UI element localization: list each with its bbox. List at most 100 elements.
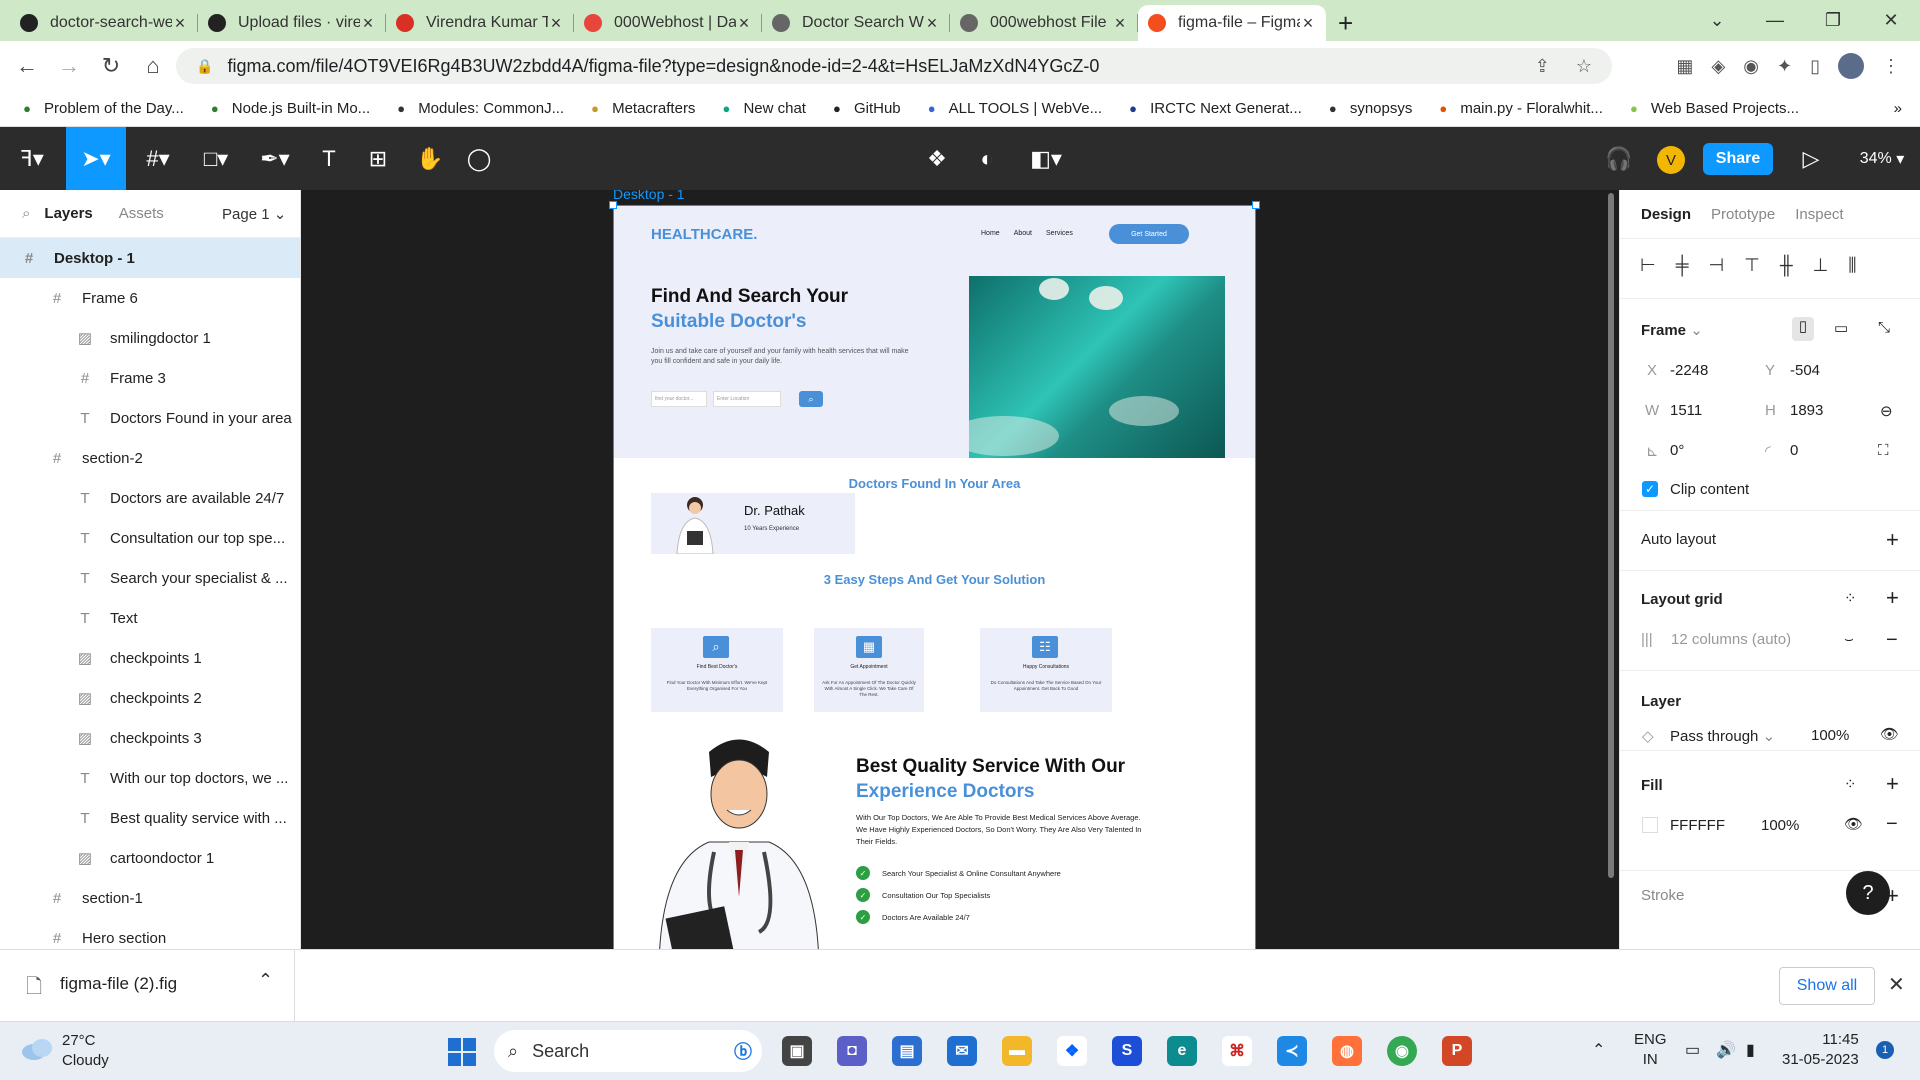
blend-mode-select[interactable]: Pass through ⌄ — [1670, 727, 1775, 745]
bookmark-item[interactable]: ● Problem of the Day... — [18, 100, 184, 118]
battery-icon[interactable]: ▮ — [1746, 1040, 1755, 1060]
figma-menu-icon[interactable]: ꟻ▾ — [12, 127, 52, 190]
browser-tab[interactable]: 000webhost File Man× — [950, 5, 1138, 41]
eye-icon[interactable]: 👁 — [1880, 725, 1899, 743]
powerpoint-icon[interactable]: P — [1442, 1036, 1472, 1066]
canvas-scrollbar[interactable] — [1608, 193, 1614, 878]
firefox-icon[interactable]: ◍ — [1332, 1036, 1362, 1066]
grid-styles-icon[interactable]: ⁘ — [1844, 589, 1857, 607]
weather-widget[interactable]: 27°C Cloudy — [62, 1031, 109, 1071]
tab-design[interactable]: Design — [1641, 206, 1691, 223]
height-field[interactable]: 1893 — [1790, 402, 1823, 419]
remove-fill-icon[interactable]: − — [1886, 813, 1898, 836]
mask-icon[interactable]: ◐ — [972, 127, 1002, 190]
file-explorer-icon[interactable]: ▬ — [1002, 1036, 1032, 1066]
grid-value[interactable]: 12 columns (auto) — [1671, 631, 1791, 648]
app-s-icon[interactable]: S — [1112, 1036, 1142, 1066]
browser-tab[interactable]: Doctor Search Websit× — [762, 5, 950, 41]
shape-tool-icon[interactable]: □▾ — [196, 127, 236, 190]
layer-opacity[interactable]: 100% — [1811, 727, 1849, 744]
tray-chevron-icon[interactable]: ⌃ — [1592, 1040, 1605, 1060]
fill-opacity[interactable]: 100% — [1761, 817, 1799, 834]
lock-icon[interactable]: 🔒 — [196, 58, 213, 75]
clock[interactable]: 11:45 31-05-2023 — [1782, 1030, 1859, 1070]
extension-icon[interactable]: ▦ — [1676, 56, 1693, 77]
layer-row[interactable]: ▨ checkpoints 1 — [0, 638, 300, 678]
add-grid-icon[interactable]: + — [1886, 585, 1899, 611]
vscode-icon[interactable]: ≺ — [1277, 1036, 1307, 1066]
tab-assets[interactable]: Assets — [119, 205, 164, 222]
chrome-icon[interactable]: ◉ — [1387, 1036, 1417, 1066]
camera-icon[interactable]: ◉ — [1743, 56, 1759, 77]
share-page-icon[interactable]: ⇪ — [1535, 56, 1550, 77]
bookmark-star-icon[interactable]: ☆ — [1576, 56, 1592, 77]
layer-row[interactable]: ▨ checkpoints 3 — [0, 718, 300, 758]
network-icon[interactable]: ▭ — [1685, 1040, 1700, 1060]
landscape-icon[interactable]: ▭ — [1834, 319, 1848, 337]
move-tool-icon[interactable]: ➤▾ — [66, 127, 126, 190]
show-all-button[interactable]: Show all — [1779, 967, 1875, 1005]
store-icon[interactable]: ▤ — [892, 1036, 922, 1066]
fill-hex[interactable]: FFFFFF — [1670, 817, 1725, 834]
add-auto-layout-icon[interactable]: + — [1886, 527, 1899, 553]
reload-icon[interactable]: ↻ — [90, 53, 132, 79]
edge-icon[interactable]: e — [1167, 1036, 1197, 1066]
more-bookmarks-icon[interactable]: » — [1894, 100, 1902, 117]
close-tab-icon[interactable]: × — [1112, 13, 1128, 34]
align-left-icon[interactable]: ⊢ — [1640, 255, 1656, 276]
layer-row[interactable]: T Doctors are available 24/7 — [0, 478, 300, 518]
resize-handle[interactable] — [609, 201, 617, 209]
minimize-button[interactable]: — — [1746, 10, 1804, 31]
frame-section-label[interactable]: Frame ⌄ — [1641, 321, 1703, 339]
layer-row[interactable]: # section-2 — [0, 438, 300, 478]
close-tab-icon[interactable]: × — [548, 13, 564, 34]
layer-row[interactable]: # Hero section — [0, 918, 300, 949]
layer-row[interactable]: # Frame 6 — [0, 278, 300, 318]
align-vcenter-icon[interactable]: ╫ — [1780, 255, 1793, 276]
forward-icon[interactable]: → — [48, 53, 90, 79]
close-window-button[interactable]: ✕ — [1862, 10, 1920, 31]
resize-to-fit-icon[interactable]: ⤡ — [1878, 319, 1890, 336]
distribute-icon[interactable]: ⫼ — [1848, 255, 1856, 276]
add-fill-icon[interactable]: + — [1886, 771, 1899, 797]
extension-icon[interactable]: ◈ — [1711, 56, 1725, 77]
teams-icon[interactable]: ◘ — [837, 1036, 867, 1066]
width-field[interactable]: 1511 — [1670, 402, 1702, 419]
comment-icon[interactable]: ◯ — [464, 127, 494, 190]
bookmark-item[interactable]: ● synopsys — [1324, 100, 1412, 118]
layer-row[interactable]: ▨ cartoondoctor 1 — [0, 838, 300, 878]
layer-row[interactable]: ▨ smilingdoctor 1 — [0, 318, 300, 358]
mail-icon[interactable]: ✉ — [947, 1036, 977, 1066]
canvas[interactable]: Desktop - 1 HEALTHCARE. Home About Servi… — [301, 190, 1619, 949]
tab-search-icon[interactable]: ⌄ — [1688, 10, 1746, 31]
fill-styles-icon[interactable]: ⁘ — [1844, 775, 1857, 793]
layer-row[interactable]: T Doctors Found in your area — [0, 398, 300, 438]
bookmark-item[interactable]: ● New chat — [717, 100, 806, 118]
frame-tool-icon[interactable]: #▾ — [138, 127, 178, 190]
layer-row[interactable]: ▨ checkpoints 2 — [0, 678, 300, 718]
resources-icon[interactable]: ⊞ — [363, 127, 393, 190]
browser-tab[interactable]: doctor-search-website× — [10, 5, 198, 41]
component-icon[interactable]: ❖ — [922, 127, 952, 190]
close-tab-icon[interactable]: × — [360, 13, 376, 34]
sidepanel-icon[interactable]: ▯ — [1810, 56, 1820, 77]
x-field[interactable]: -2248 — [1670, 362, 1708, 379]
windows-start-icon[interactable] — [448, 1038, 476, 1066]
url-field[interactable]: 🔒 figma.com/file/4OT9VEI6Rg4B3UW2zbdd4A/… — [176, 48, 1612, 84]
bookmark-item[interactable]: ● main.py - Floralwhit... — [1434, 100, 1602, 118]
volume-icon[interactable]: 🔊 — [1716, 1040, 1736, 1060]
profile-avatar[interactable] — [1838, 53, 1864, 79]
bookmark-item[interactable]: ● Metacrafters — [586, 100, 695, 118]
bookmark-item[interactable]: ● Node.js Built-in Mo... — [206, 100, 370, 118]
align-bottom-icon[interactable]: ⊥ — [1813, 255, 1829, 276]
language-indicator[interactable]: ENG IN — [1634, 1030, 1667, 1070]
boolean-icon[interactable]: ◧▾ — [1024, 127, 1068, 190]
close-tab-icon[interactable]: × — [1300, 13, 1316, 34]
app-icon[interactable]: ⌘ — [1222, 1036, 1252, 1066]
bookmark-item[interactable]: ● ALL TOOLS | WebVe... — [923, 100, 1102, 118]
layer-row[interactable]: T Text — [0, 598, 300, 638]
help-button[interactable]: ? — [1846, 871, 1890, 915]
tab-layers[interactable]: Layers — [44, 205, 92, 222]
notification-badge[interactable]: 1 — [1876, 1041, 1894, 1059]
bookmark-item[interactable]: ● Web Based Projects... — [1625, 100, 1799, 118]
